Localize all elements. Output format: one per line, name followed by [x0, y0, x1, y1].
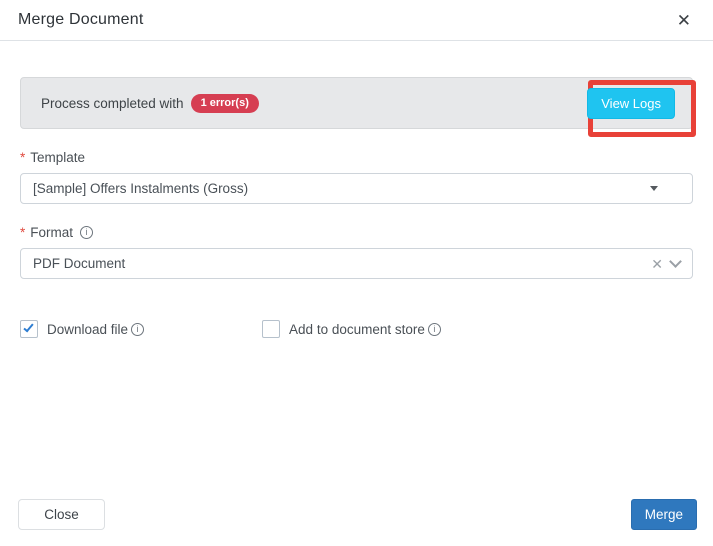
error-count-badge: 1 error(s)	[191, 94, 259, 113]
alert-message: Process completed with	[41, 96, 184, 111]
add-to-store-label-text: Add to document store	[289, 322, 425, 337]
format-selected-value: PDF Document	[33, 256, 651, 271]
download-file-checkbox[interactable]	[20, 320, 38, 338]
download-file-option: Download file i	[20, 320, 144, 338]
format-label-text: Format	[30, 225, 73, 240]
required-asterisk: *	[20, 225, 25, 240]
close-button[interactable]: Close	[18, 499, 105, 530]
checkmark-icon	[23, 322, 33, 333]
caret-down-icon	[650, 186, 658, 191]
combobox-icons: ✕	[651, 257, 680, 271]
required-asterisk: *	[20, 150, 25, 165]
add-to-store-checkbox[interactable]	[262, 320, 280, 338]
template-select[interactable]: [Sample] Offers Instalments (Gross)	[20, 173, 693, 204]
info-icon: i	[80, 226, 93, 239]
alert-message-group: Process completed with 1 error(s)	[41, 94, 259, 113]
process-status-alert: Process completed with 1 error(s) View L…	[20, 77, 693, 129]
add-to-store-label: Add to document store i	[289, 322, 441, 337]
format-combobox[interactable]: PDF Document ✕	[20, 248, 693, 279]
options-row: Download file i Add to document store i	[20, 320, 693, 338]
clear-icon[interactable]: ✕	[651, 257, 663, 271]
view-logs-button[interactable]: View Logs	[587, 88, 675, 119]
close-icon[interactable]: ✕	[673, 10, 695, 31]
dialog-title: Merge Document	[18, 11, 144, 29]
merge-document-dialog: Merge Document ✕ Process completed with …	[0, 0, 713, 546]
template-label: * Template	[20, 150, 693, 165]
download-file-label-text: Download file	[47, 322, 128, 337]
template-selected-value: [Sample] Offers Instalments (Gross)	[33, 181, 650, 196]
template-field-group: * Template [Sample] Offers Instalments (G…	[20, 150, 693, 204]
info-icon: i	[131, 323, 144, 336]
merge-button[interactable]: Merge	[631, 499, 697, 530]
dialog-header: Merge Document ✕	[0, 0, 713, 41]
dialog-body: Process completed with 1 error(s) View L…	[0, 77, 713, 338]
dialog-footer: Close Merge	[0, 499, 713, 546]
alert-container: Process completed with 1 error(s) View L…	[20, 77, 693, 129]
info-icon: i	[428, 323, 441, 336]
template-label-text: Template	[30, 150, 85, 165]
format-field-group: * Format i PDF Document ✕	[20, 225, 693, 279]
format-label: * Format i	[20, 225, 693, 240]
chevron-down-icon[interactable]	[669, 255, 682, 268]
download-file-label: Download file i	[47, 322, 144, 337]
add-to-store-option: Add to document store i	[262, 320, 441, 338]
